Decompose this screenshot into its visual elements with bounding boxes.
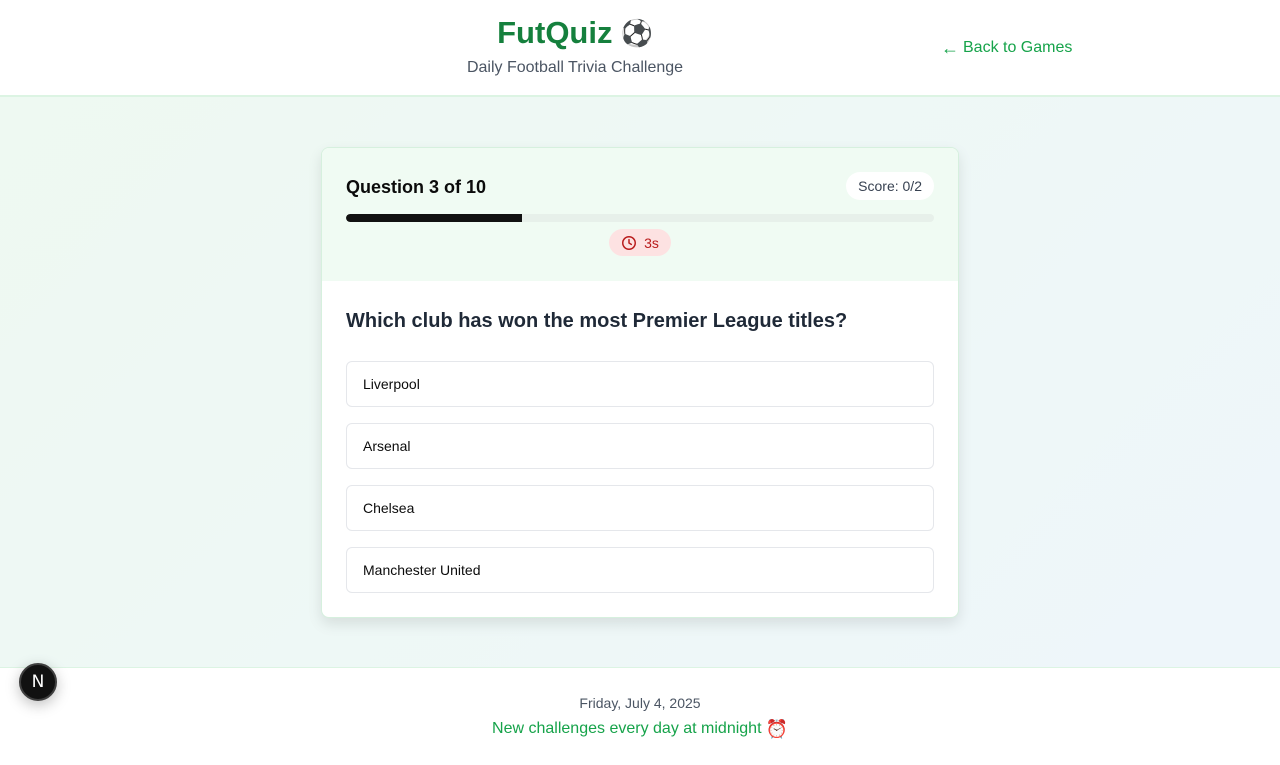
progress-bar [346,214,934,222]
quiz-card: Question 3 of 10 Score: 0/2 3s Which clu… [321,147,959,618]
score-badge: Score: 0/2 [846,172,934,200]
answer-option-label: Arsenal [363,438,411,454]
current-date: Friday, July 4, 2025 [579,695,701,711]
answer-options: Liverpool Arsenal Chelsea Manchester Uni… [346,361,934,609]
brand: FutQuiz ⚽ Daily Football Trivia Challeng… [390,14,760,78]
brand-title-row: FutQuiz ⚽ [497,14,653,52]
answer-option-label: Liverpool [363,376,420,392]
answer-option-manchester-united[interactable]: Manchester United [346,547,934,593]
question-text: Which club has won the most Premier Leag… [346,310,848,332]
back-to-games-link[interactable]: ← Back to Games [941,38,1072,58]
alarm-clock-icon: ⏰ [765,719,788,739]
answer-option-liverpool[interactable]: Liverpool [346,361,934,407]
site-footer: Friday, July 4, 2025 New challenges ever… [0,667,1280,765]
site-title: FutQuiz [497,15,613,50]
clock-icon [622,235,637,250]
answer-option-label: Manchester United [363,562,481,578]
timer-badge: 3s [609,229,671,256]
question-counter: Question 3 of 10 [346,177,487,197]
timer-value: 3s [644,234,659,251]
site-subtitle: Daily Football Trivia Challenge [466,59,684,76]
progress-bar-fill [346,214,523,222]
answer-option-label: Chelsea [363,500,415,516]
back-link-label: Back to Games [963,39,1073,56]
daily-challenge-note: New challenges every day at midnight ⏰ [492,719,788,739]
answer-option-chelsea[interactable]: Chelsea [346,485,934,531]
daily-challenge-note-text: New challenges every day at midnight [492,720,762,737]
quiz-card-header: Question 3 of 10 Score: 0/2 3s [322,148,958,281]
dev-tools-button[interactable]: N [19,663,57,701]
arrow-left-icon: ← [941,38,959,58]
site-header: FutQuiz ⚽ Daily Football Trivia Challeng… [0,0,1280,97]
soccer-ball-icon: ⚽ [620,18,653,48]
answer-option-arsenal[interactable]: Arsenal [346,423,934,469]
